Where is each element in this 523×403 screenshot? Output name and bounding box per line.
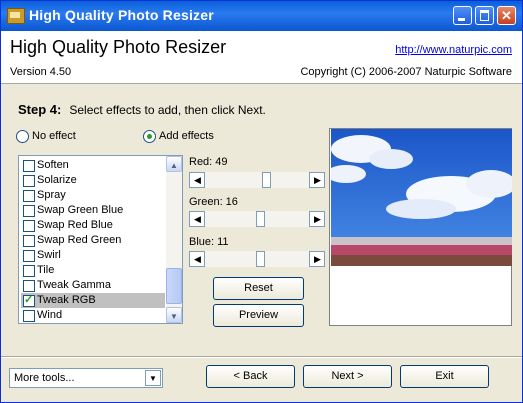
title-bar[interactable]: High Quality Photo Resizer ✕ (1, 1, 522, 31)
effect-label: Swap Red Blue (37, 219, 113, 231)
scroll-down-icon: ▼ (170, 312, 178, 321)
app-window: High Quality Photo Resizer ✕ High Qualit… (0, 0, 523, 403)
effects-list[interactable]: Soften Solarize Spray Swap Green Blue Swap R… (18, 155, 183, 324)
minimize-button[interactable] (453, 6, 472, 25)
effect-label: Solarize (37, 174, 77, 186)
scroll-up-icon: ▲ (170, 161, 178, 170)
preview-image (331, 129, 512, 266)
effect-list-item[interactable]: Spray (21, 188, 165, 203)
website-link[interactable]: http://www.naturpic.com (395, 44, 512, 56)
effect-list-item[interactable]: Solarize (21, 173, 165, 188)
slider-thumb[interactable] (256, 211, 265, 227)
effect-checkbox[interactable] (23, 235, 35, 247)
effect-label: Swirl (37, 249, 61, 261)
effect-label: Soften (37, 159, 69, 171)
chevron-down-icon: ▼ (149, 374, 157, 383)
effect-label: Swap Red Green (37, 234, 122, 246)
effect-list-item[interactable]: Swirl (21, 248, 165, 263)
close-button[interactable]: ✕ (497, 6, 516, 25)
slider-increase-button[interactable]: ▶ (309, 251, 325, 267)
chevron-left-icon: ◀ (194, 254, 201, 264)
effect-checkbox[interactable] (23, 265, 35, 277)
effect-list-item[interactable]: Swap Red Green (21, 233, 165, 248)
slider-label: Blue: 11 (189, 236, 229, 248)
effect-list-item[interactable]: Tweak RGB (21, 293, 165, 308)
color-slider[interactable]: ◀ ▶ (189, 251, 325, 267)
slider-thumb[interactable] (256, 251, 265, 267)
maximize-button[interactable] (475, 6, 494, 25)
scroll-down-button[interactable]: ▼ (166, 307, 182, 323)
no-effect-label: No effect (32, 130, 76, 142)
effect-label: Swap Green Blue (37, 204, 124, 216)
effect-list-item[interactable]: Swap Red Blue (21, 218, 165, 233)
effect-checkbox[interactable] (23, 190, 35, 202)
add-effects-label: Add effects (159, 130, 214, 142)
reset-button[interactable]: Reset (213, 277, 304, 300)
chevron-right-icon: ▶ (314, 254, 321, 264)
no-effect-radio-circle[interactable] (16, 130, 29, 143)
slider-increase-button[interactable]: ▶ (309, 211, 325, 227)
slider-decrease-button[interactable]: ◀ (189, 251, 205, 267)
slider-decrease-button[interactable]: ◀ (189, 172, 205, 188)
effect-checkbox[interactable] (23, 205, 35, 217)
chevron-right-icon: ▶ (314, 175, 321, 185)
header-panel: High Quality Photo Resizer Version 4.50 … (1, 31, 522, 84)
effects-list-scrollbar[interactable]: ▲ ▼ (166, 156, 182, 323)
exit-button[interactable]: Exit (400, 365, 489, 388)
slider-label: Green: 16 (189, 196, 238, 208)
effect-checkbox[interactable] (23, 310, 35, 322)
minimize-icon (454, 7, 471, 24)
step-instruction: Select effects to add, then click Next. (69, 103, 266, 117)
preview-pane (329, 128, 512, 326)
step-label: Step 4: (18, 102, 62, 117)
preview-button[interactable]: Preview (213, 304, 304, 327)
app-title: High Quality Photo Resizer (10, 37, 227, 57)
chevron-left-icon: ◀ (194, 214, 201, 224)
add-effects-radio-circle[interactable] (143, 130, 156, 143)
effect-checkbox[interactable] (23, 175, 35, 187)
next-button[interactable]: Next > (303, 365, 392, 388)
effect-label: Tile (37, 264, 55, 276)
slider-decrease-button[interactable]: ◀ (189, 211, 205, 227)
effect-label: Tweak Gamma (37, 279, 111, 291)
scroll-thumb[interactable] (166, 268, 182, 304)
effect-list-item[interactable]: Soften (21, 158, 165, 173)
effect-checkbox[interactable] (23, 293, 35, 307)
more-tools-dropdown[interactable]: More tools... ▼ (9, 368, 163, 388)
slider-increase-button[interactable]: ▶ (309, 172, 325, 188)
effect-list-item[interactable]: Wind (21, 308, 165, 323)
more-tools-value: More tools... (14, 372, 75, 384)
maximize-icon (476, 7, 493, 24)
effect-list-item[interactable]: Tile (21, 263, 165, 278)
footer-separator (1, 356, 522, 358)
more-tools-dropdown-button[interactable]: ▼ (145, 370, 161, 386)
effect-checkbox[interactable] (23, 250, 35, 262)
back-button[interactable]: < Back (206, 365, 295, 388)
app-icon (7, 8, 25, 24)
color-slider[interactable]: ◀ ▶ (189, 211, 325, 227)
effect-label: Spray (37, 189, 66, 201)
effect-label: Tweak RGB (37, 294, 96, 306)
color-slider[interactable]: ◀ ▶ (189, 172, 325, 188)
chevron-left-icon: ◀ (194, 175, 201, 185)
window-title: High Quality Photo Resizer (29, 7, 214, 23)
chevron-right-icon: ▶ (314, 214, 321, 224)
step-heading: Step 4: Select effects to add, then click… (18, 102, 266, 117)
effect-checkbox[interactable] (23, 280, 35, 292)
slider-thumb[interactable] (262, 172, 271, 188)
version-label: Version 4.50 (10, 66, 72, 78)
effect-checkbox[interactable] (23, 220, 35, 232)
effect-checkbox[interactable] (23, 160, 35, 172)
effect-label: Wind (37, 309, 63, 321)
close-icon: ✕ (501, 8, 512, 23)
effect-list-item[interactable]: Tweak Gamma (21, 278, 165, 293)
slider-label: Red: 49 (189, 156, 228, 168)
scroll-up-button[interactable]: ▲ (166, 156, 182, 172)
copyright-label: Copyright (C) 2006-2007 Naturpic Softwar… (300, 66, 512, 78)
effect-list-item[interactable]: Swap Green Blue (21, 203, 165, 218)
